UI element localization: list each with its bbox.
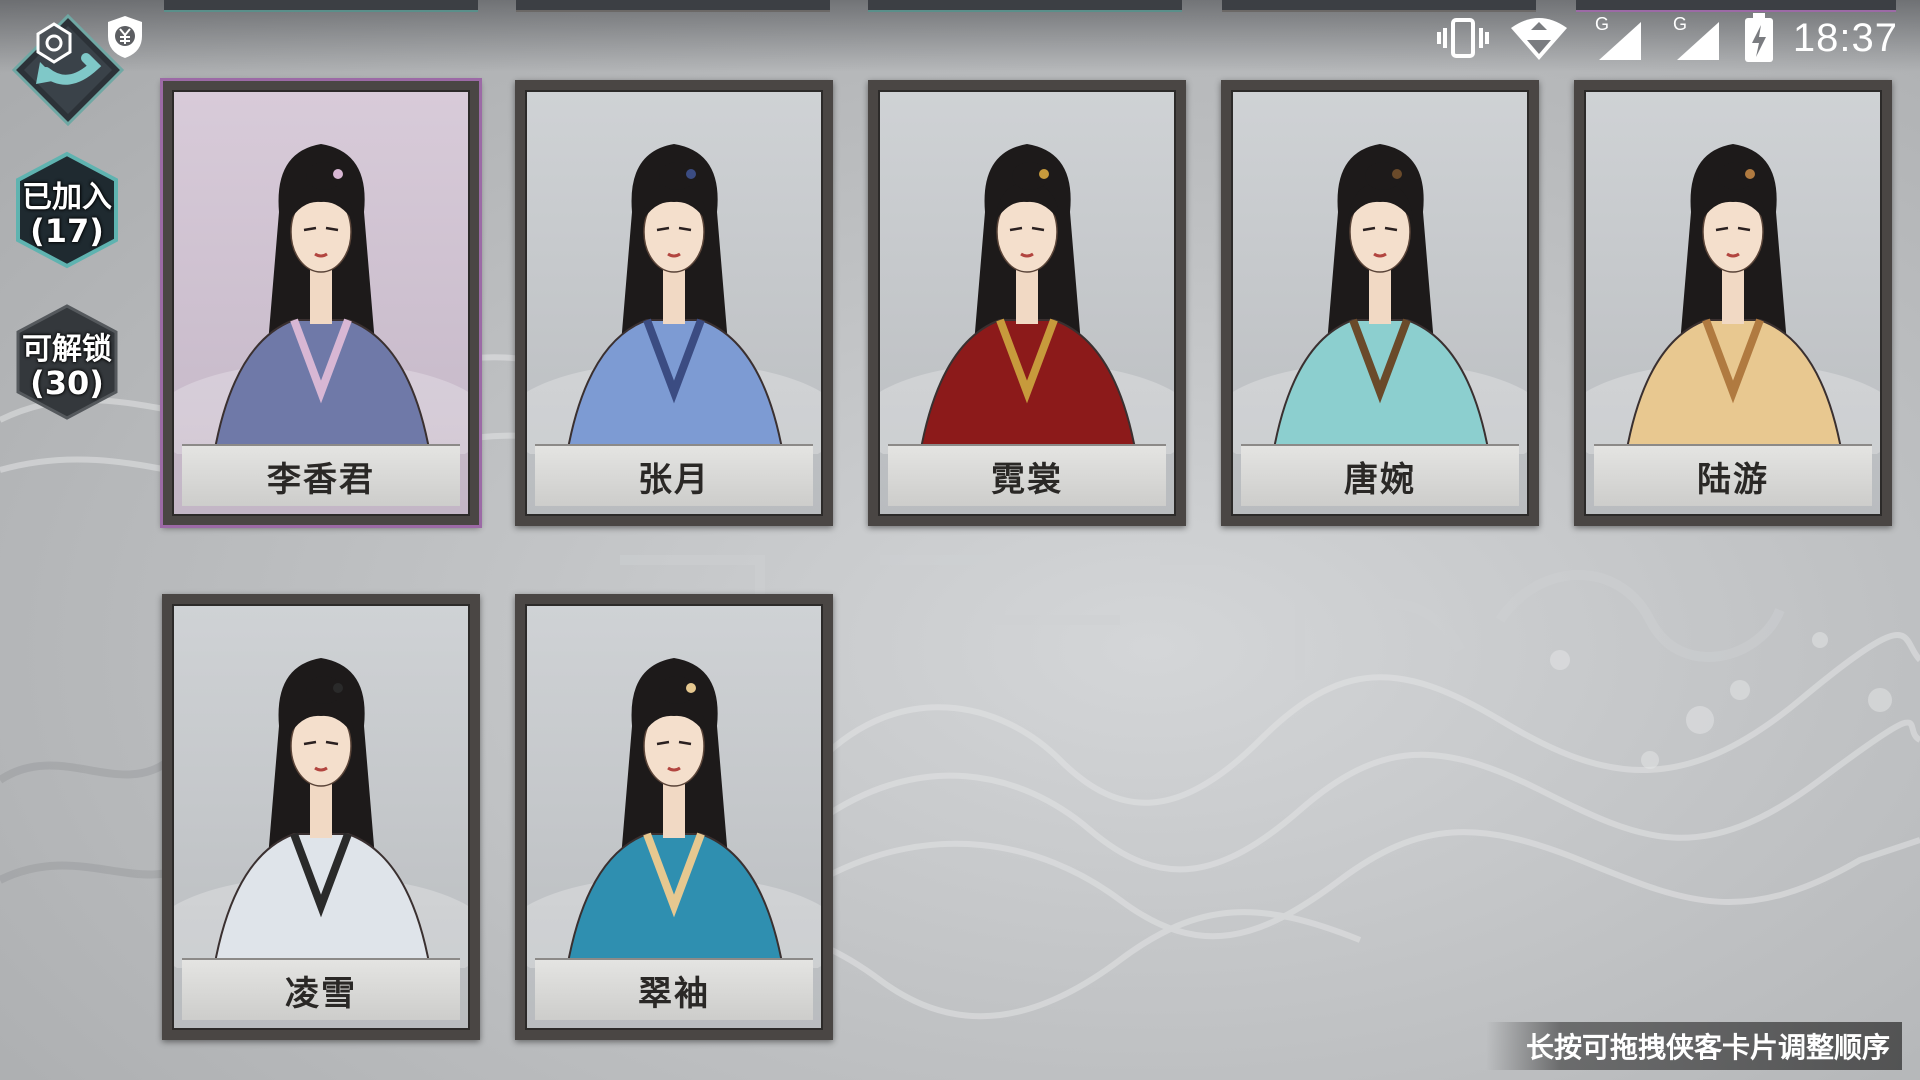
wifi-icon [1509, 14, 1569, 62]
hero-portrait [174, 144, 468, 454]
back-button[interactable] [6, 10, 128, 132]
filter-joined-count: (17) [30, 212, 104, 250]
hero-portrait [1586, 144, 1880, 454]
settings-hex-icon [36, 22, 72, 64]
status-bar: G G 18:37 [0, 0, 1920, 72]
hero-portrait [880, 144, 1174, 454]
hero-name: 张月 [638, 459, 710, 500]
system-status-icons: G G 18:37 [1435, 10, 1898, 66]
hero-portrait [527, 144, 821, 454]
hero-portrait [174, 658, 468, 968]
signal-icon: G [1587, 14, 1647, 62]
hero-name: 陆游 [1697, 459, 1769, 500]
hero-name: 翠袖 [638, 973, 710, 1014]
filter-joined-button[interactable]: 已加入 (17) [12, 150, 122, 270]
filter-unlockable-button[interactable]: 可解锁 (30) [12, 302, 122, 422]
hero-name: 霓裳 [991, 459, 1063, 500]
battery-charging-icon [1743, 13, 1775, 63]
reorder-hint: 长按可拖拽侠客卡片调整顺序 [1485, 1022, 1902, 1070]
hero-card[interactable]: 李香君 [160, 78, 482, 528]
filter-unlockable-count: (30) [30, 364, 104, 402]
clock-time: 18:37 [1792, 15, 1898, 60]
hero-nameplate: 霓裳 [888, 444, 1166, 506]
hero-card[interactable]: 翠袖 [515, 594, 833, 1040]
signal-icon: G [1665, 14, 1725, 62]
filter-unlockable-label: 可解锁 [22, 332, 112, 367]
hero-name: 唐婉 [1344, 459, 1416, 500]
vibrate-icon [1435, 16, 1491, 60]
hero-nameplate: 唐婉 [1241, 444, 1519, 506]
hero-nameplate: 凌雪 [182, 958, 460, 1020]
hero-nameplate: 张月 [535, 444, 813, 506]
hero-card[interactable]: 张月 [515, 80, 833, 526]
hero-nameplate: 翠袖 [535, 958, 813, 1020]
hero-name: 凌雪 [285, 973, 357, 1014]
hero-card[interactable]: 霓裳 [868, 80, 1186, 526]
hero-name: 李香君 [267, 459, 375, 500]
hero-portrait [1233, 144, 1527, 454]
back-arrow-icon [11, 13, 125, 127]
hero-card[interactable]: 唐婉 [1221, 80, 1539, 526]
hero-card[interactable]: 陆游 [1574, 80, 1892, 526]
hero-card[interactable]: 凌雪 [162, 594, 480, 1040]
hero-nameplate: 陆游 [1594, 444, 1872, 506]
network-type-label: G [1595, 14, 1609, 34]
network-type-label: G [1673, 14, 1687, 34]
hero-portrait [527, 658, 821, 968]
hero-nameplate: 李香君 [182, 444, 460, 506]
filter-joined-label: 已加入 [22, 180, 112, 215]
